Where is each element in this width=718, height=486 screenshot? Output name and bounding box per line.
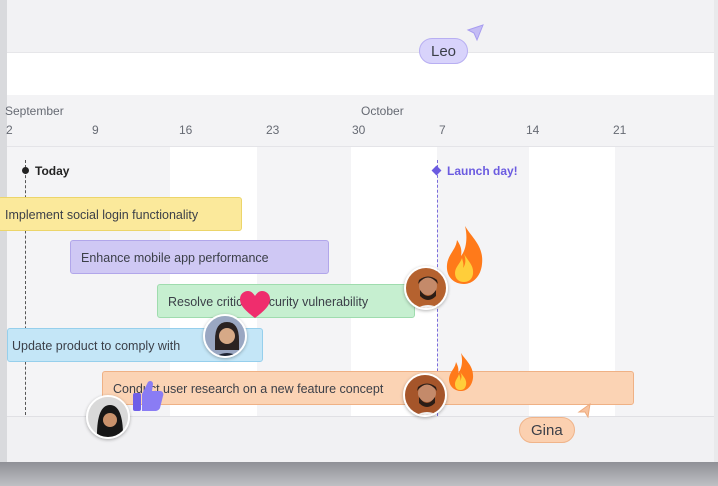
cursor-tag-leo: Leo <box>419 38 469 64</box>
day-label: 7 <box>439 123 446 137</box>
task-bar-mobile-performance[interactable]: Enhance mobile app performance <box>70 240 329 274</box>
window-shadow <box>0 462 718 486</box>
today-label: Today <box>35 164 70 178</box>
window-frame-right <box>714 0 718 486</box>
fire-icon <box>449 353 474 391</box>
day-label: 16 <box>179 123 193 137</box>
fire-icon <box>446 226 483 284</box>
day-label: 30 <box>352 123 366 137</box>
top-strip <box>7 0 714 52</box>
day-label: 9 <box>92 123 99 137</box>
cursor-pointer-icon <box>577 402 591 418</box>
cursor-pointer-icon <box>466 24 484 42</box>
task-bar-user-research[interactable]: Conduct user research on a new feature c… <box>102 371 634 405</box>
avatar[interactable] <box>203 314 247 358</box>
avatar[interactable] <box>86 395 130 439</box>
launch-day-label[interactable]: Launch day! <box>447 164 518 178</box>
month-label-october: October <box>361 104 404 118</box>
cursor-tag-gina: Gina <box>519 417 575 443</box>
day-label: 14 <box>526 123 540 137</box>
day-label: 21 <box>613 123 627 137</box>
task-bar-social-login[interactable]: Implement social login functionality <box>0 197 242 231</box>
window-frame-left <box>0 0 7 486</box>
today-dot-icon <box>22 167 29 174</box>
timeline-header: September October 2 9 16 23 30 7 14 21 <box>5 95 714 147</box>
day-label: 2 <box>6 123 13 137</box>
month-label-september: September <box>5 104 64 118</box>
day-label: 23 <box>266 123 280 137</box>
thumbs-up-icon <box>133 380 164 411</box>
heart-icon <box>240 291 270 318</box>
header-band <box>7 53 714 90</box>
avatar[interactable] <box>403 373 447 417</box>
task-bar-security-vulnerability[interactable]: Resolve critical security vulnerability <box>157 284 415 318</box>
